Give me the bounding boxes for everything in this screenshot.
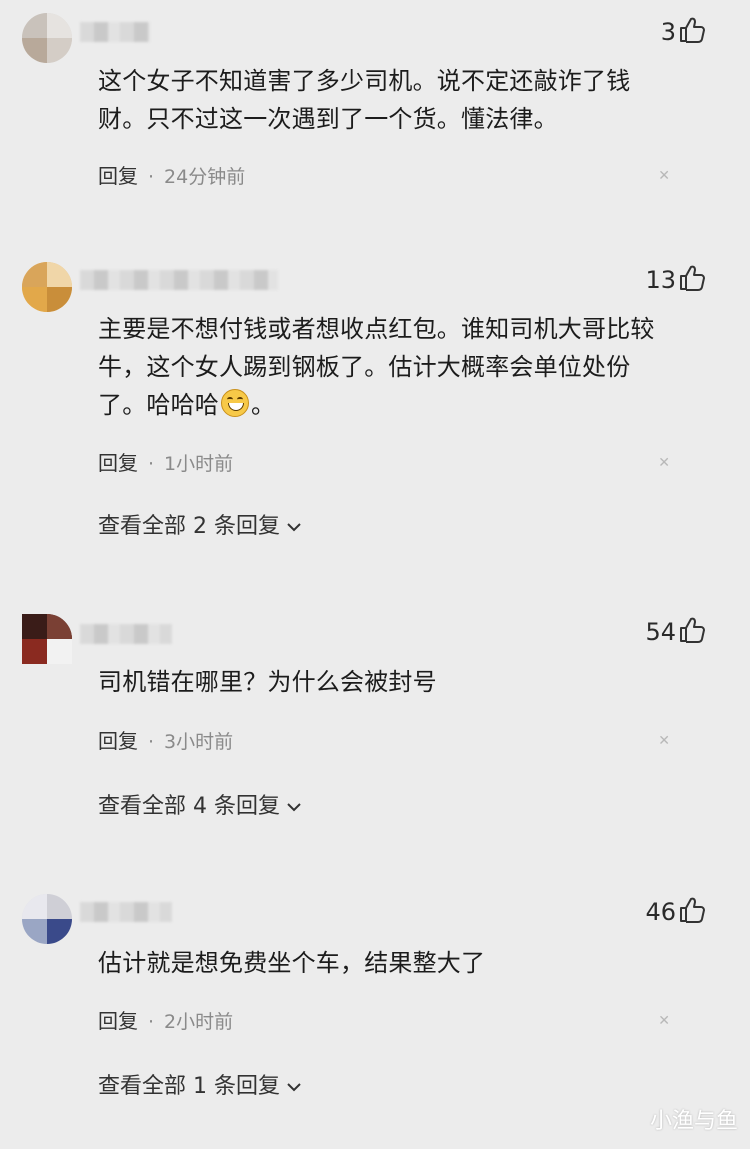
like-count: 46 — [645, 898, 676, 926]
comment-item: 46 估计就是想免费坐个车，结果整大了 回复 · 2小时前 ✕ 查看全部 1 条回复 — [0, 0, 750, 1110]
close-icon[interactable]: ✕ — [658, 1013, 670, 1029]
thumbs-up-icon[interactable] — [678, 896, 706, 924]
separator-dot: · — [148, 1011, 155, 1033]
watermark: 小渔与鱼 — [649, 1109, 738, 1134]
timestamp: 2小时前 — [164, 1011, 234, 1033]
chevron-down-icon — [287, 1083, 301, 1092]
reply-button[interactable]: 回复 — [98, 1009, 138, 1033]
comment-text: 估计就是想免费坐个车，结果整大了 — [98, 949, 486, 977]
avatar[interactable] — [22, 894, 72, 944]
username-blurred[interactable] — [80, 902, 172, 922]
view-all-replies-button[interactable]: 查看全部 1 条回复 — [98, 1068, 302, 1100]
comment-meta: 回复 · 2小时前 — [98, 1005, 233, 1034]
view-all-replies-label: 查看全部 1 条回复 — [98, 1074, 280, 1099]
